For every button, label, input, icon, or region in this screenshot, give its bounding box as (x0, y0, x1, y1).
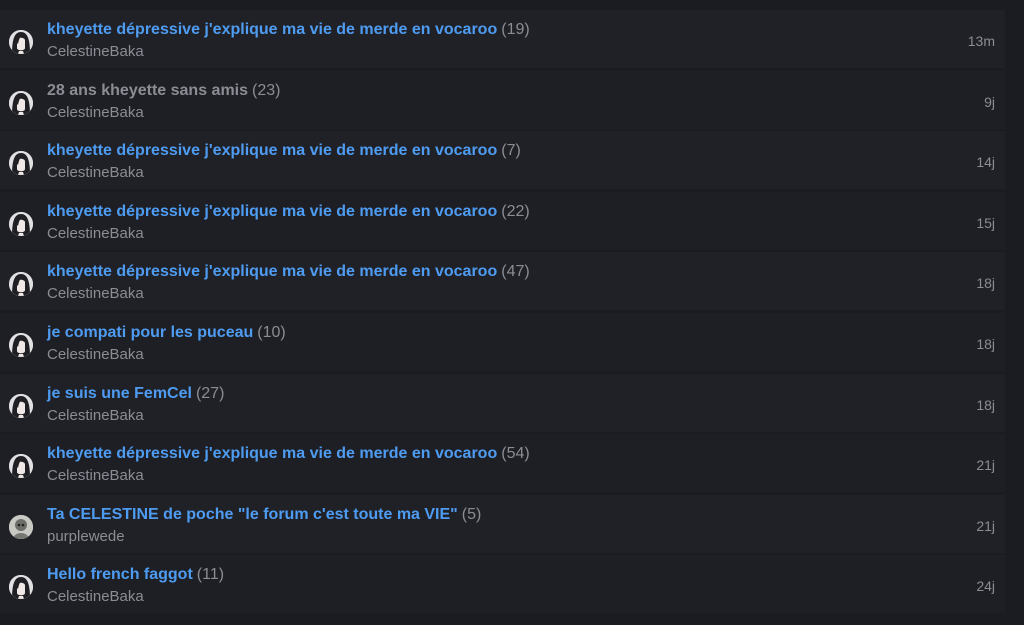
user-avatar-icon[interactable] (9, 30, 33, 54)
topic-time: 21j (976, 517, 995, 534)
topic-title-line: je compati pour les puceau (10) (47, 323, 286, 343)
topic-title-link[interactable]: kheyette dépressive j'explique ma vie de… (47, 263, 497, 280)
reply-count: (22) (501, 202, 530, 220)
topic-row[interactable]: kheyette dépressive j'explique ma vie de… (0, 191, 1005, 250)
topic-row[interactable]: je suis une FemCel (27) CelestineBaka 18j (0, 373, 1005, 432)
user-avatar-icon[interactable] (9, 332, 33, 357)
topic-title-link[interactable]: kheyette dépressive j'explique ma vie de… (47, 21, 497, 38)
topic-author[interactable]: CelestineBaka (47, 224, 144, 244)
topic-list: kheyette dépressive j'explique ma vie de… (0, 10, 1005, 616)
topic-title-link[interactable]: Ta CELESTINE de poche "le forum c'est to… (47, 506, 458, 523)
topic-time: 24j (976, 578, 995, 595)
topic-author[interactable]: purplewede (47, 527, 125, 547)
topic-title-line: kheyette dépressive j'explique ma vie de… (47, 141, 521, 161)
topic-author[interactable]: CelestineBaka (47, 42, 144, 62)
topic-row[interactable]: Hello french faggot (11) CelestineBaka 24… (0, 555, 1005, 614)
topic-title-link[interactable]: je suis une FemCel (47, 385, 192, 402)
topic-author[interactable]: CelestineBaka (47, 406, 144, 426)
reply-count: (11) (196, 566, 225, 584)
user-avatar-icon[interactable] (9, 211, 33, 236)
topic-author[interactable]: CelestineBaka (47, 345, 144, 365)
reply-count: (19) (501, 21, 530, 38)
topic-time: 9j (984, 93, 995, 110)
topic-time: 18j (976, 396, 995, 413)
topic-title-line: Ta CELESTINE de poche "le forum c'est to… (47, 505, 481, 525)
user-avatar-icon[interactable] (9, 90, 33, 115)
reply-count: (23) (252, 81, 281, 99)
topic-time: 15j (976, 214, 995, 231)
topic-time: 13m (967, 33, 995, 49)
user-avatar-icon[interactable] (9, 514, 33, 539)
topic-title-link[interactable]: 28 ans kheyette sans amis (47, 82, 248, 99)
topic-author[interactable]: CelestineBaka (47, 587, 144, 607)
topic-time: 18j (976, 335, 995, 352)
topic-title-link[interactable]: kheyette dépressive j'explique ma vie de… (47, 445, 497, 462)
topic-title-link[interactable]: je compati pour les puceau (47, 324, 253, 341)
reply-count: (7) (501, 142, 521, 160)
topic-row[interactable]: kheyette dépressive j'explique ma vie de… (0, 434, 1005, 493)
topic-title-line: 28 ans kheyette sans amis (23) (47, 81, 280, 101)
topic-time: 14j (976, 154, 995, 171)
user-avatar-icon[interactable] (9, 575, 33, 600)
topic-row[interactable]: kheyette dépressive j'explique ma vie de… (0, 10, 1005, 68)
topic-row[interactable]: je compati pour les puceau (10) Celestine… (0, 312, 1005, 371)
user-avatar-icon[interactable] (9, 272, 33, 297)
user-avatar-icon[interactable] (9, 151, 33, 176)
reply-count: (54) (501, 445, 530, 463)
topic-author[interactable]: CelestineBaka (47, 466, 144, 486)
topic-title-line: Hello french faggot (11) (47, 565, 224, 585)
topic-time: 18j (976, 275, 995, 292)
reply-count: (47) (501, 263, 530, 281)
user-avatar-icon[interactable] (9, 454, 33, 479)
topic-row[interactable]: 28 ans kheyette sans amis (23) CelestineB… (0, 70, 1005, 129)
topic-row[interactable]: kheyette dépressive j'explique ma vie de… (0, 131, 1005, 190)
topic-title-line: kheyette dépressive j'explique ma vie de… (47, 262, 530, 282)
user-avatar-icon[interactable] (9, 393, 33, 418)
topic-title-line: je suis une FemCel (27) (47, 384, 224, 404)
topic-author[interactable]: CelestineBaka (47, 103, 144, 123)
topic-time: 21j (976, 457, 995, 474)
reply-count: (5) (461, 505, 482, 523)
topic-author[interactable]: CelestineBaka (47, 163, 144, 183)
reply-count: (10) (257, 323, 286, 341)
topic-title-line: kheyette dépressive j'explique ma vie de… (47, 20, 530, 40)
topic-title-line: kheyette dépressive j'explique ma vie de… (47, 444, 530, 464)
reply-count: (27) (195, 384, 225, 402)
topic-title-link[interactable]: kheyette dépressive j'explique ma vie de… (47, 203, 497, 220)
topic-author[interactable]: CelestineBaka (47, 284, 144, 304)
topic-row[interactable]: kheyette dépressive j'explique ma vie de… (0, 252, 1005, 311)
topic-title-link[interactable]: kheyette dépressive j'explique ma vie de… (47, 142, 497, 159)
topic-row[interactable]: Ta CELESTINE de poche "le forum c'est to… (0, 494, 1005, 553)
topic-title-link[interactable]: Hello french faggot (47, 566, 193, 583)
topic-title-line: kheyette dépressive j'explique ma vie de… (47, 202, 530, 222)
